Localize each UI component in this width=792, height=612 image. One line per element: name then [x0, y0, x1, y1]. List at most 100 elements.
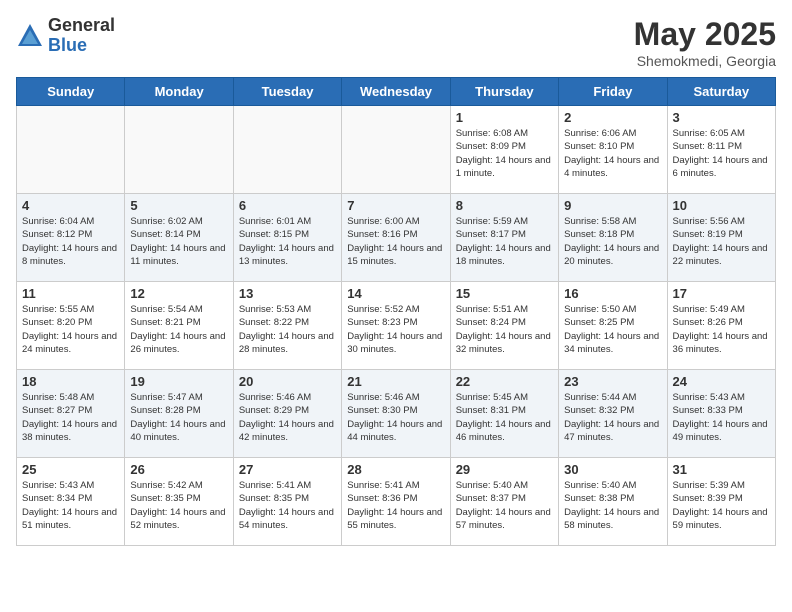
calendar-cell: 24Sunrise: 5:43 AM Sunset: 8:33 PM Dayli…	[667, 370, 775, 458]
calendar-cell	[125, 106, 233, 194]
title-block: May 2025 Shemokmedi, Georgia	[634, 16, 776, 69]
logo-general: General	[48, 16, 115, 36]
day-number: 3	[673, 110, 770, 125]
calendar-cell: 21Sunrise: 5:46 AM Sunset: 8:30 PM Dayli…	[342, 370, 450, 458]
weekday-header-thursday: Thursday	[450, 78, 558, 106]
day-info: Sunrise: 5:42 AM Sunset: 8:35 PM Dayligh…	[130, 479, 227, 532]
calendar-cell: 27 Sunrise: 5:41 AM Sunset: 8:35 PM Dayli…	[233, 458, 341, 546]
logo-text: General Blue	[48, 16, 115, 56]
day-info: Sunrise: 5:59 AM Sunset: 8:17 PM Dayligh…	[456, 215, 553, 268]
calendar-cell: 7Sunrise: 6:00 AM Sunset: 8:16 PM Daylig…	[342, 194, 450, 282]
day-number: 14	[347, 286, 444, 301]
calendar-cell: 11 Sunrise: 5:55 AM Sunset: 8:20 PM Dayli…	[17, 282, 125, 370]
day-number: 23	[564, 374, 661, 389]
calendar-week-row: 18 Sunrise: 5:48 AM Sunset: 8:27 PM Dayli…	[17, 370, 776, 458]
day-number: 11	[22, 286, 119, 301]
day-number: 27	[239, 462, 336, 477]
weekday-header-sunday: Sunday	[17, 78, 125, 106]
day-info: Sunrise: 5:39 AM Sunset: 8:39 PM Dayligh…	[673, 479, 770, 532]
calendar-cell	[17, 106, 125, 194]
day-info: Sunrise: 5:41 AM Sunset: 8:35 PM Dayligh…	[239, 479, 336, 532]
logo-icon	[16, 22, 44, 50]
calendar-cell: 14 Sunrise: 5:52 AM Sunset: 8:23 PM Dayli…	[342, 282, 450, 370]
day-number: 21	[347, 374, 444, 389]
day-number: 29	[456, 462, 553, 477]
day-number: 1	[456, 110, 553, 125]
calendar-cell: 26Sunrise: 5:42 AM Sunset: 8:35 PM Dayli…	[125, 458, 233, 546]
day-number: 15	[456, 286, 553, 301]
day-number: 24	[673, 374, 770, 389]
calendar-cell: 2Sunrise: 6:06 AM Sunset: 8:10 PM Daylig…	[559, 106, 667, 194]
logo: General Blue	[16, 16, 115, 56]
day-number: 2	[564, 110, 661, 125]
day-number: 6	[239, 198, 336, 213]
calendar-cell: 13 Sunrise: 5:53 AM Sunset: 8:22 PM Dayli…	[233, 282, 341, 370]
day-info: Sunrise: 5:47 AM Sunset: 8:28 PM Dayligh…	[130, 391, 227, 444]
calendar-cell: 30 Sunrise: 5:40 AM Sunset: 8:38 PM Dayli…	[559, 458, 667, 546]
weekday-header-wednesday: Wednesday	[342, 78, 450, 106]
calendar-cell: 20 Sunrise: 5:46 AM Sunset: 8:29 PM Dayli…	[233, 370, 341, 458]
day-info: Sunrise: 5:46 AM Sunset: 8:29 PM Dayligh…	[239, 391, 336, 444]
calendar-cell: 28 Sunrise: 5:41 AM Sunset: 8:36 PM Dayli…	[342, 458, 450, 546]
calendar-cell: 15 Sunrise: 5:51 AM Sunset: 8:24 PM Dayli…	[450, 282, 558, 370]
logo-blue: Blue	[48, 36, 115, 56]
day-info: Sunrise: 5:50 AM Sunset: 8:25 PM Dayligh…	[564, 303, 661, 356]
day-info: Sunrise: 5:40 AM Sunset: 8:37 PM Dayligh…	[456, 479, 553, 532]
day-number: 13	[239, 286, 336, 301]
day-info: Sunrise: 5:48 AM Sunset: 8:27 PM Dayligh…	[22, 391, 119, 444]
day-number: 8	[456, 198, 553, 213]
calendar-cell: 5 Sunrise: 6:02 AM Sunset: 8:14 PM Daylig…	[125, 194, 233, 282]
day-info: Sunrise: 6:08 AM Sunset: 8:09 PM Dayligh…	[456, 127, 553, 180]
day-info: Sunrise: 5:53 AM Sunset: 8:22 PM Dayligh…	[239, 303, 336, 356]
page-header: General Blue May 2025 Shemokmedi, Georgi…	[16, 16, 776, 69]
day-info: Sunrise: 5:58 AM Sunset: 8:18 PM Dayligh…	[564, 215, 661, 268]
calendar-cell: 9 Sunrise: 5:58 AM Sunset: 8:18 PM Daylig…	[559, 194, 667, 282]
location: Shemokmedi, Georgia	[634, 53, 776, 69]
day-number: 25	[22, 462, 119, 477]
day-info: Sunrise: 5:43 AM Sunset: 8:34 PM Dayligh…	[22, 479, 119, 532]
day-number: 20	[239, 374, 336, 389]
day-info: Sunrise: 6:02 AM Sunset: 8:14 PM Dayligh…	[130, 215, 227, 268]
day-info: Sunrise: 5:45 AM Sunset: 8:31 PM Dayligh…	[456, 391, 553, 444]
calendar-cell: 29 Sunrise: 5:40 AM Sunset: 8:37 PM Dayli…	[450, 458, 558, 546]
day-info: Sunrise: 5:51 AM Sunset: 8:24 PM Dayligh…	[456, 303, 553, 356]
calendar-cell: 12Sunrise: 5:54 AM Sunset: 8:21 PM Dayli…	[125, 282, 233, 370]
calendar-cell: 10 Sunrise: 5:56 AM Sunset: 8:19 PM Dayli…	[667, 194, 775, 282]
day-info: Sunrise: 5:55 AM Sunset: 8:20 PM Dayligh…	[22, 303, 119, 356]
calendar-cell: 23 Sunrise: 5:44 AM Sunset: 8:32 PM Dayli…	[559, 370, 667, 458]
day-info: Sunrise: 5:41 AM Sunset: 8:36 PM Dayligh…	[347, 479, 444, 532]
calendar-cell: 8 Sunrise: 5:59 AM Sunset: 8:17 PM Daylig…	[450, 194, 558, 282]
calendar-cell: 3 Sunrise: 6:05 AM Sunset: 8:11 PM Daylig…	[667, 106, 775, 194]
weekday-header-saturday: Saturday	[667, 78, 775, 106]
day-info: Sunrise: 6:01 AM Sunset: 8:15 PM Dayligh…	[239, 215, 336, 268]
weekday-header-row: SundayMondayTuesdayWednesdayThursdayFrid…	[17, 78, 776, 106]
day-info: Sunrise: 6:05 AM Sunset: 8:11 PM Dayligh…	[673, 127, 770, 180]
calendar-cell: 6 Sunrise: 6:01 AM Sunset: 8:15 PM Daylig…	[233, 194, 341, 282]
calendar-week-row: 1 Sunrise: 6:08 AM Sunset: 8:09 PM Daylig…	[17, 106, 776, 194]
calendar-cell	[342, 106, 450, 194]
calendar-cell: 1 Sunrise: 6:08 AM Sunset: 8:09 PM Daylig…	[450, 106, 558, 194]
calendar-cell: 17Sunrise: 5:49 AM Sunset: 8:26 PM Dayli…	[667, 282, 775, 370]
calendar-cell: 16Sunrise: 5:50 AM Sunset: 8:25 PM Dayli…	[559, 282, 667, 370]
day-number: 30	[564, 462, 661, 477]
day-info: Sunrise: 6:04 AM Sunset: 8:12 PM Dayligh…	[22, 215, 119, 268]
day-number: 22	[456, 374, 553, 389]
calendar-week-row: 11 Sunrise: 5:55 AM Sunset: 8:20 PM Dayli…	[17, 282, 776, 370]
day-number: 28	[347, 462, 444, 477]
calendar-cell	[233, 106, 341, 194]
day-number: 10	[673, 198, 770, 213]
day-number: 5	[130, 198, 227, 213]
calendar-week-row: 25 Sunrise: 5:43 AM Sunset: 8:34 PM Dayli…	[17, 458, 776, 546]
day-number: 18	[22, 374, 119, 389]
day-info: Sunrise: 5:40 AM Sunset: 8:38 PM Dayligh…	[564, 479, 661, 532]
calendar-cell: 4Sunrise: 6:04 AM Sunset: 8:12 PM Daylig…	[17, 194, 125, 282]
day-info: Sunrise: 5:56 AM Sunset: 8:19 PM Dayligh…	[673, 215, 770, 268]
calendar-cell: 18 Sunrise: 5:48 AM Sunset: 8:27 PM Dayli…	[17, 370, 125, 458]
day-number: 17	[673, 286, 770, 301]
day-info: Sunrise: 5:44 AM Sunset: 8:32 PM Dayligh…	[564, 391, 661, 444]
day-number: 31	[673, 462, 770, 477]
day-info: Sunrise: 5:52 AM Sunset: 8:23 PM Dayligh…	[347, 303, 444, 356]
day-info: Sunrise: 5:54 AM Sunset: 8:21 PM Dayligh…	[130, 303, 227, 356]
day-number: 19	[130, 374, 227, 389]
day-number: 9	[564, 198, 661, 213]
